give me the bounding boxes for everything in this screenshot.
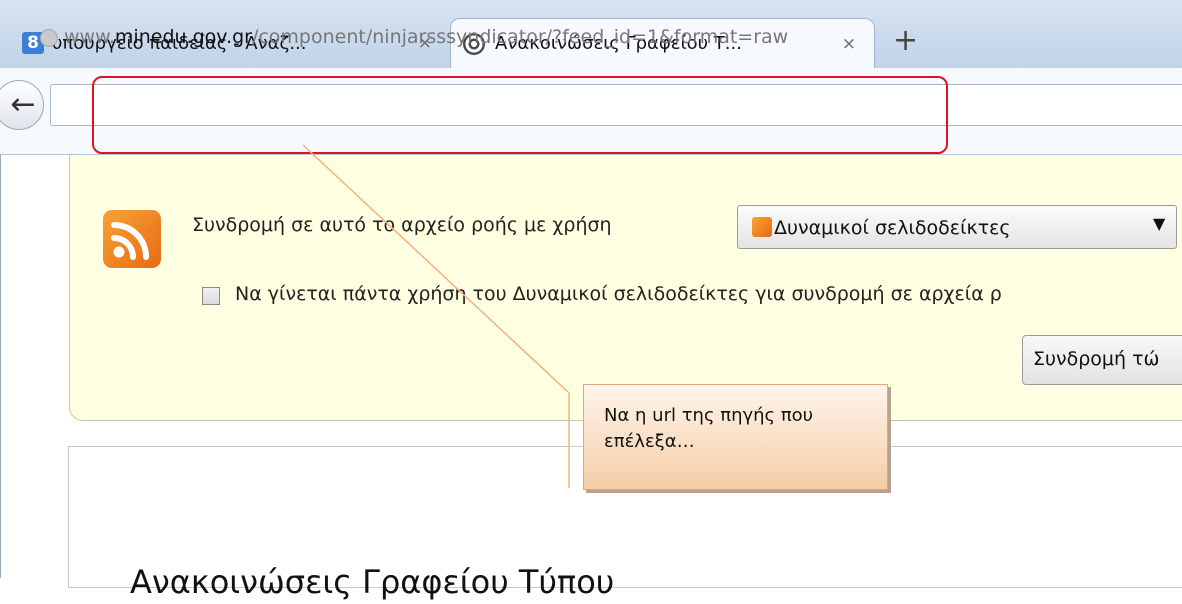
page-title: Ανακοινώσεις Γραφείου Τύπου [130, 563, 615, 601]
rss-icon [103, 210, 161, 268]
callout-line-1: Να η url της πηγής που [604, 405, 814, 426]
feed-reader-select[interactable]: Δυναμικοί σελιδοδείκτες ▼ [737, 205, 1177, 249]
subscribe-label: Συνδρομή σε αυτό το αρχείο ροής με χρήση [192, 214, 612, 236]
subscribe-now-button[interactable]: Συνδρομή τώ [1022, 335, 1182, 385]
url-prefix: www. [64, 26, 115, 48]
always-use-checkbox[interactable] [202, 287, 220, 305]
url-path: /component/ninjarsssyndicator/?feed_id=1… [251, 26, 789, 48]
rss-icon [752, 217, 772, 237]
url-text[interactable]: www.minedu.gov.gr/component/ninjarsssynd… [64, 26, 788, 48]
always-use-label[interactable]: Να γίνεται πάντα χρήση του Δυναμικοί σελ… [235, 283, 1002, 305]
select-value: Δυναμικοί σελιδοδείκτες [774, 217, 1011, 239]
new-tab-button[interactable]: + [893, 26, 918, 56]
site-identity-icon[interactable] [40, 29, 58, 47]
callout-line-2: επέλεξα… [604, 431, 695, 452]
url-highlight-annotation [92, 76, 948, 154]
callout-note: Να η url της πηγής που επέλεξα… [583, 384, 888, 490]
close-tab-icon[interactable]: × [842, 34, 856, 54]
url-domain: minedu.gov.gr [114, 26, 252, 48]
back-button[interactable]: ← [0, 80, 44, 130]
chevron-down-icon: ▼ [1153, 214, 1166, 233]
